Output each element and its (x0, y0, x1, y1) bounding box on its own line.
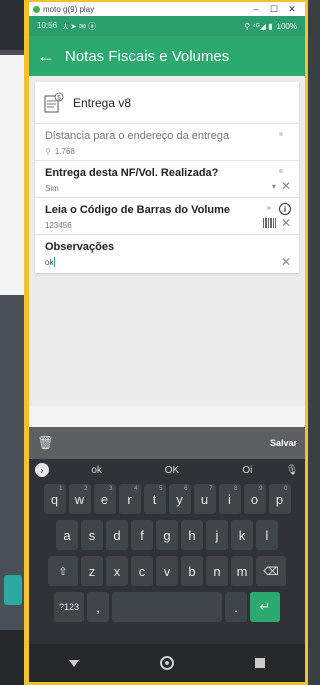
barcode-field[interactable]: Leia o Código de Barras do Volume i 1234… (35, 198, 299, 235)
dropdown-arrow-icon[interactable]: ▾ (272, 182, 276, 191)
key-g[interactable]: g (156, 520, 178, 550)
key-j[interactable]: j (206, 520, 228, 550)
form-card: $ Entrega v8 Distancia para o endereço d… (35, 82, 299, 273)
bottom-toolbar: 🗑 Salvar (29, 427, 305, 459)
key-z[interactable]: z (81, 556, 103, 586)
clear-icon[interactable]: ✕ (281, 255, 291, 269)
keyboard-row-3: ⇧ z x c v b n m ⌫ (29, 553, 305, 589)
barcode-scanner-icon[interactable] (262, 218, 276, 228)
info-icon[interactable]: i (279, 203, 291, 215)
suggestion-item[interactable]: Oi (210, 465, 285, 476)
window-titlebar: moto g(9) play – ☐ ✕ (29, 2, 305, 16)
key-n[interactable]: n (206, 556, 228, 586)
text-cursor (54, 257, 56, 267)
back-arrow-icon[interactable]: ← (37, 46, 65, 67)
observations-label: Observações (45, 241, 115, 253)
key-v[interactable]: v (156, 556, 178, 586)
key-q[interactable]: q1 (43, 484, 66, 514)
status-time: 10:56 (37, 20, 58, 30)
key-t[interactable]: t5 (143, 484, 166, 514)
emulator-frame: moto g(9) play – ☐ ✕ 10:56 ⅄ ➤ ✉ ⓐ ⚲ ⁴ᴳ◢… (24, 0, 308, 685)
app-icon (33, 5, 40, 13)
required-dot-icon (279, 169, 283, 173)
required-dot-icon (279, 132, 283, 136)
key-i[interactable]: i8 (218, 484, 241, 514)
delivery-done-field[interactable]: Entrega desta NF/Vol. Realizada? Sim ▾ ✕ (35, 161, 299, 198)
suggestion-bar: › ok OK Oi 🎙 (29, 459, 305, 481)
key-d[interactable]: d (106, 520, 128, 550)
barcode-label: Leia o Código de Barras do Volume (45, 204, 230, 216)
close-button[interactable]: ✕ (283, 4, 301, 15)
keyboard-row-4: ?123 , . ↵ (29, 589, 305, 625)
chevron-right-icon[interactable]: › (35, 463, 49, 477)
save-button[interactable]: Salvar (270, 438, 297, 448)
microphone-icon[interactable]: 🎙 (285, 465, 299, 476)
android-nav-bar (29, 644, 305, 682)
background-panel (0, 55, 24, 295)
minimize-button[interactable]: – (247, 4, 265, 14)
suggestion-item[interactable]: OK (134, 465, 209, 476)
clear-icon[interactable]: ✕ (281, 179, 291, 193)
location-pin-icon: ⚲ (45, 146, 51, 156)
window-title: moto g(9) play (43, 4, 95, 14)
key-x[interactable]: x (106, 556, 128, 586)
background-button (4, 575, 22, 605)
symbols-key[interactable]: ?123 (54, 592, 84, 622)
suggestion-item[interactable]: ok (59, 465, 134, 476)
space-bar[interactable] (112, 592, 222, 622)
notification-icons: ⅄ ➤ ✉ ⓐ (63, 21, 96, 31)
page-title: Notas Fiscais e Volumes (65, 47, 230, 65)
shift-key-icon[interactable]: ⇧ (48, 556, 78, 586)
key-f[interactable]: f (131, 520, 153, 550)
battery-level: 100% (276, 21, 297, 31)
key-c[interactable]: c (131, 556, 153, 586)
android-status-bar: 10:56 ⅄ ➤ ✉ ⓐ ⚲ ⁴ᴳ◢ ▮ 100% (29, 16, 305, 36)
backspace-key-icon[interactable]: ⌫ (256, 556, 286, 586)
key-l[interactable]: l (256, 520, 278, 550)
maximize-button[interactable]: ☐ (265, 4, 283, 15)
keyboard-row-2: a s d f g h j k l (29, 517, 305, 553)
nav-back-icon[interactable] (69, 659, 80, 667)
key-y[interactable]: y6 (168, 484, 191, 514)
nav-home-icon[interactable] (159, 656, 174, 670)
trash-icon[interactable]: 🗑 (37, 435, 270, 451)
nav-recents-icon[interactable] (254, 658, 265, 668)
observations-field[interactable]: Observações ok ✕ (35, 235, 299, 273)
distance-value: ⚲ 1.768 (45, 146, 75, 156)
barcode-value[interactable]: 123456 (45, 220, 291, 230)
comma-key[interactable]: , (87, 592, 109, 622)
key-p[interactable]: p0 (268, 484, 291, 514)
key-s[interactable]: s (81, 520, 103, 550)
keyboard-row-1: q1 w2 e3 r4 t5 y6 u7 i8 o9 p0 (29, 481, 305, 517)
key-r[interactable]: r4 (118, 484, 141, 514)
device-window: moto g(9) play – ☐ ✕ 10:56 ⅄ ➤ ✉ ⓐ ⚲ ⁴ᴳ◢… (29, 2, 305, 682)
key-k[interactable]: k (231, 520, 253, 550)
key-w[interactable]: w2 (68, 484, 91, 514)
key-b[interactable]: b (181, 556, 203, 586)
delivery-done-label: Entrega desta NF/Vol. Realizada? (45, 167, 219, 179)
enter-key-icon[interactable]: ↵ (250, 592, 280, 622)
key-a[interactable]: a (56, 520, 78, 550)
distance-label: Distancia para o endereço da entrega (45, 130, 230, 142)
key-u[interactable]: u7 (193, 484, 216, 514)
key-m[interactable]: m (231, 556, 253, 586)
soft-keyboard: › ok OK Oi 🎙 q1 w2 e3 r4 t5 y6 u7 i8 o9 … (29, 459, 305, 644)
distance-field: Distancia para o endereço da entrega ⚲ 1… (35, 124, 299, 161)
key-e[interactable]: e3 (93, 484, 116, 514)
key-o[interactable]: o9 (243, 484, 266, 514)
signal-icons: ⚲ ⁴ᴳ◢ ▮ (244, 21, 273, 31)
card-header: $ Entrega v8 (35, 82, 299, 124)
required-dot-icon (267, 206, 271, 210)
document-icon: $ (44, 92, 64, 112)
key-h[interactable]: h (181, 520, 203, 550)
clear-icon[interactable]: ✕ (281, 216, 291, 230)
observations-input[interactable]: ok (45, 257, 291, 267)
form-content: $ Entrega v8 Distancia para o endereço d… (29, 76, 305, 406)
card-title: Entrega v8 (73, 95, 132, 110)
period-key[interactable]: . (225, 592, 247, 622)
delivery-done-value[interactable]: Sim (45, 183, 291, 193)
app-bar: ← Notas Fiscais e Volumes (29, 36, 305, 76)
